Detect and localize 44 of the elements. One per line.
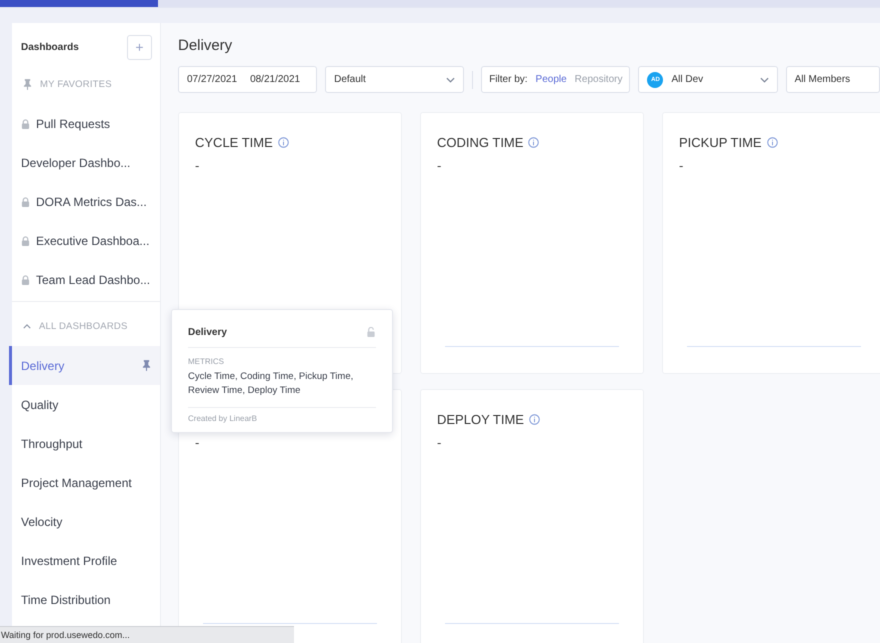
favorite-item[interactable]: Developer Dashbo... <box>12 143 160 182</box>
filter-label: Filter by: <box>489 74 528 85</box>
info-icon[interactable] <box>766 136 778 148</box>
metric-title: DEPLOY TIME <box>437 412 524 426</box>
caret-icon <box>446 76 456 82</box>
status-bar: Waiting for prod.usewedo.com... <box>0 626 294 643</box>
metric-value: - <box>679 158 684 173</box>
section-heading: MY FAVORITES <box>40 78 112 90</box>
info-icon[interactable] <box>278 136 289 148</box>
favorite-item[interactable]: Pull Requests <box>12 104 160 143</box>
dashboard-item[interactable]: Investment Profile <box>9 541 160 580</box>
tooltip-metrics: Cycle Time, Coding Time, Pickup Time, Review Time, Deploy Time <box>188 370 376 408</box>
metric-title: CODING TIME <box>437 134 524 150</box>
favorite-item[interactable]: DORA Metrics Das... <box>12 182 160 221</box>
tooltip-title: Delivery <box>188 327 227 338</box>
page-title: Delivery <box>178 37 234 54</box>
metric-value: - <box>437 435 442 450</box>
pin-icon[interactable] <box>142 360 151 371</box>
dashboard-item[interactable]: Project Management <box>9 463 160 502</box>
tooltip-section-label: METRICS <box>188 357 225 366</box>
metric-value: - <box>195 435 200 450</box>
favorite-item[interactable]: Executive Dashboa... <box>12 221 160 260</box>
filter-option[interactable]: People <box>536 74 567 85</box>
pin-icon <box>23 78 32 90</box>
dashboard-item[interactable]: Throughput <box>9 424 160 463</box>
dashboard-item[interactable]: Quality <box>9 385 160 424</box>
dashboard-item[interactable]: Velocity <box>9 502 160 541</box>
members-dropdown[interactable]: All Members <box>786 66 880 93</box>
dashboard-item[interactable]: Time Distribution <box>9 580 160 619</box>
section-heading: ALL DASHBOARDS <box>39 320 128 332</box>
favorite-item[interactable]: Team Lead Dashbo... <box>12 260 160 299</box>
dashboard-item[interactable]: Delivery <box>9 346 160 385</box>
metric-title: CYCLE TIME <box>195 134 273 150</box>
tooltip-footer: Created by LinearB <box>188 408 376 432</box>
info-icon[interactable] <box>528 414 540 424</box>
metric-title: PICKUP TIME <box>679 134 762 150</box>
caret-icon <box>760 76 769 82</box>
preset-dropdown[interactable]: Default <box>325 66 464 93</box>
date-range-picker[interactable]: 07/27/2021 08/21/2021 <box>178 66 318 93</box>
sidebar-title: Dashboards <box>21 42 79 52</box>
chevron-icon[interactable] <box>23 324 31 328</box>
metric-value: - <box>195 158 200 173</box>
info-icon[interactable] <box>528 136 540 148</box>
metric-value: - <box>437 158 442 173</box>
